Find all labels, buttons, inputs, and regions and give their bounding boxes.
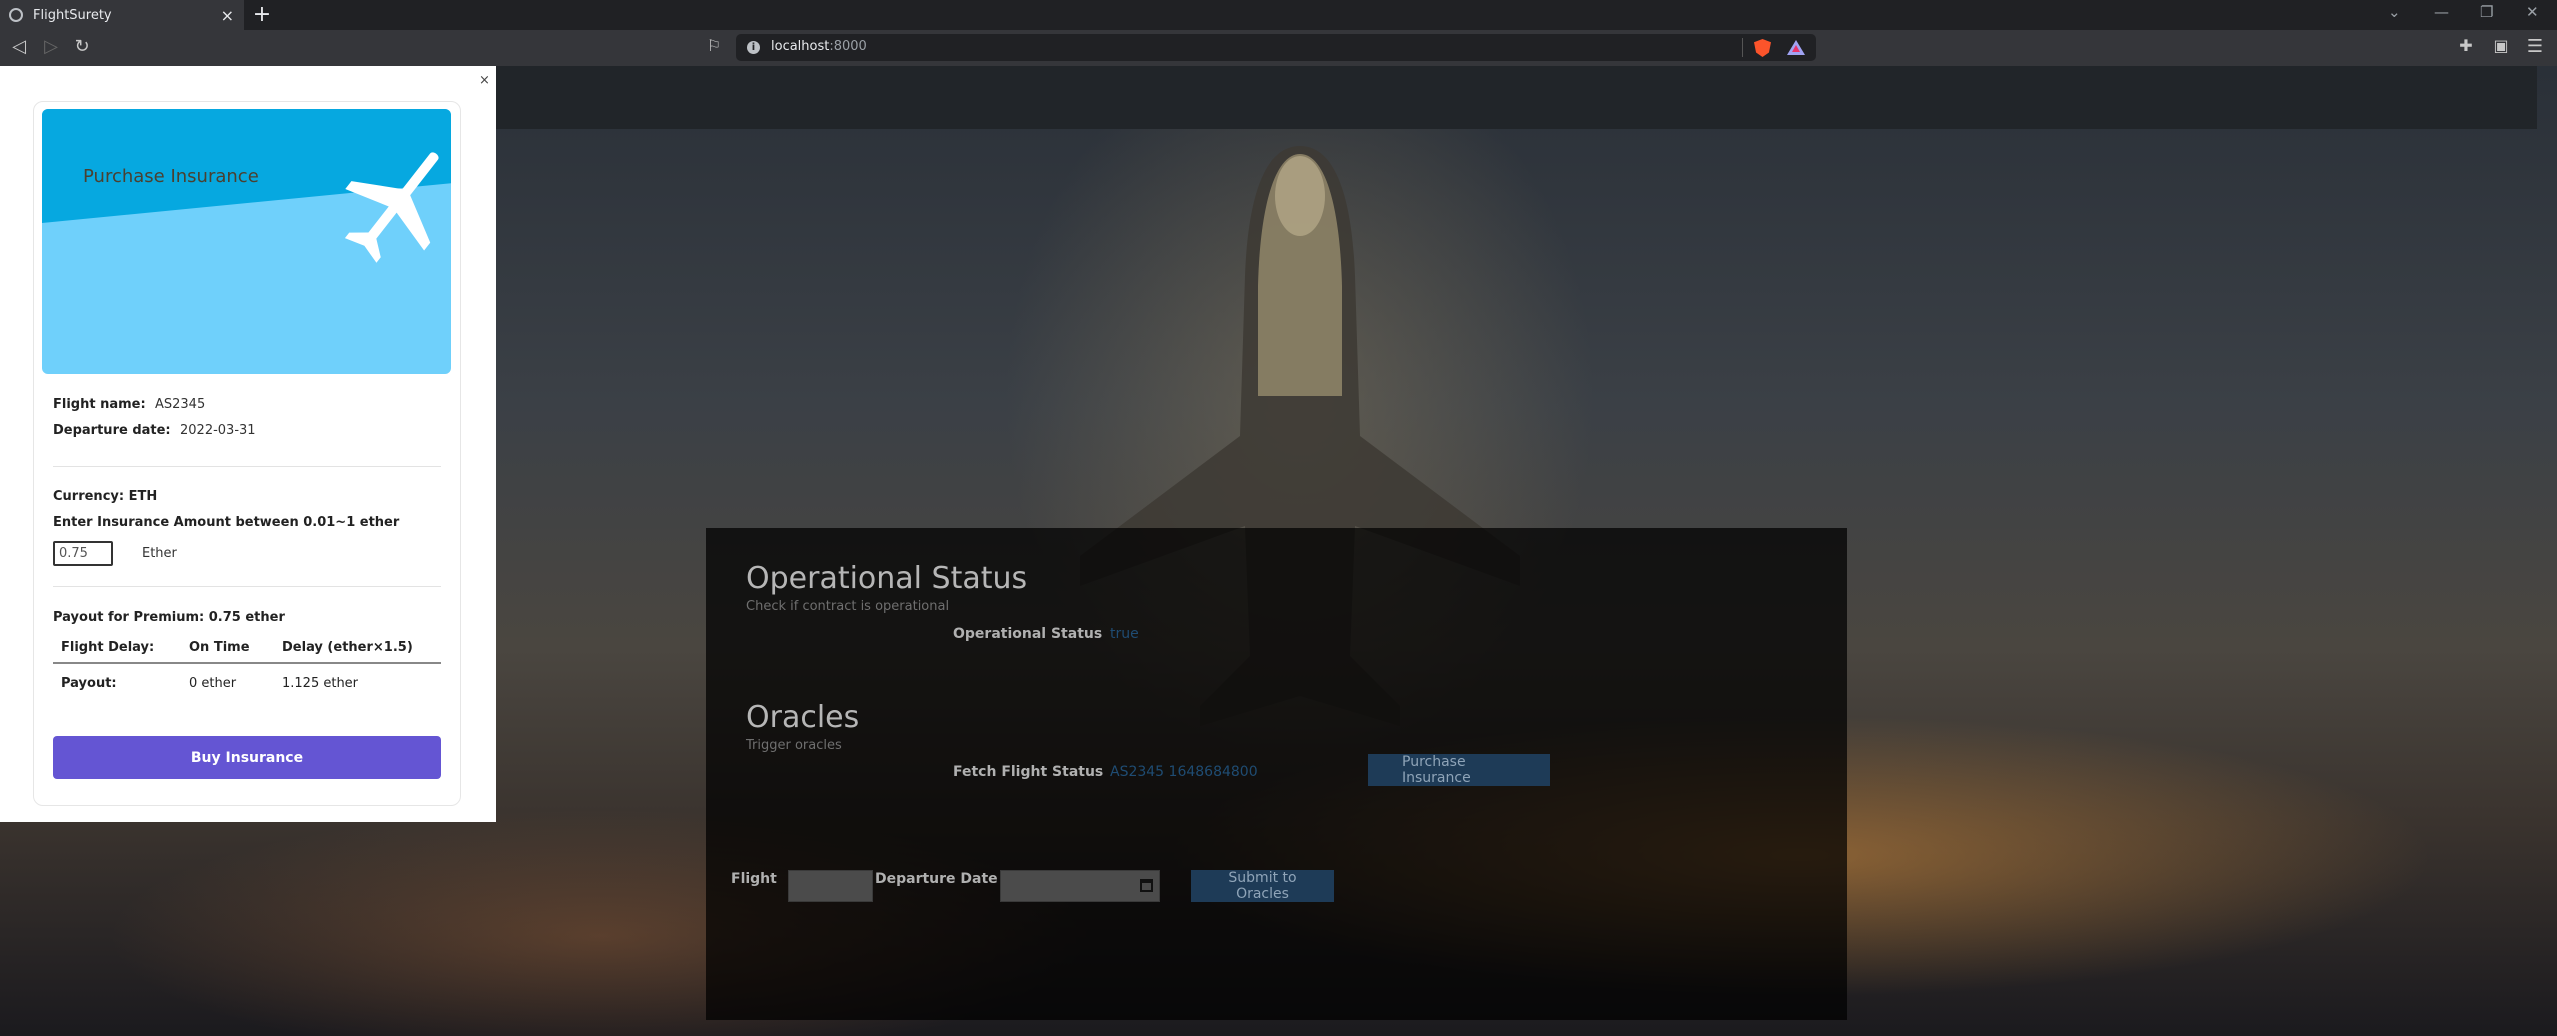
divider bbox=[53, 466, 441, 467]
tab-title: FlightSurety bbox=[33, 7, 112, 23]
fetch-flight-status-value: AS2345 1648684800 bbox=[1110, 764, 1258, 780]
menu-icon[interactable]: ☰ bbox=[2524, 36, 2546, 57]
operational-status-heading: Operational Status bbox=[746, 561, 1028, 596]
address-divider bbox=[1742, 38, 1743, 57]
departure-date-value: 2022-03-31 bbox=[180, 423, 256, 438]
tab-search-icon[interactable]: ⌄ bbox=[2388, 3, 2401, 21]
dapp-panel: Operational Status Check if contract is … bbox=[706, 528, 1847, 1020]
browser-tab-bar: FlightSurety × + ⌄ — ❐ ✕ bbox=[0, 0, 2557, 30]
flight-name-value: AS2345 bbox=[155, 397, 206, 412]
airplane-icon bbox=[344, 152, 439, 263]
globe-icon bbox=[9, 8, 23, 22]
operational-status-label: Operational Status bbox=[953, 626, 1103, 642]
reload-icon[interactable]: ↻ bbox=[71, 36, 93, 57]
operational-status-subtitle: Check if contract is operational bbox=[746, 599, 950, 614]
operational-status-value: true bbox=[1110, 626, 1139, 642]
insurance-hero-banner: Purchase Insurance bbox=[42, 109, 451, 374]
submit-to-oracles-button[interactable]: Submit to Oracles bbox=[1191, 870, 1334, 902]
hero-title: Purchase Insurance bbox=[83, 166, 259, 187]
departure-date-input[interactable] bbox=[1000, 870, 1160, 902]
on-time-payout: 0 ether bbox=[189, 676, 237, 691]
bookmark-icon[interactable]: ⚐ bbox=[703, 36, 725, 55]
brave-shields-icon[interactable] bbox=[1754, 39, 1771, 57]
purchase-insurance-button[interactable]: Purchase Insurance bbox=[1368, 754, 1550, 786]
url-text[interactable]: localhost:8000 bbox=[771, 39, 867, 54]
address-bar[interactable]: i localhost:8000 bbox=[736, 34, 1816, 61]
browser-toolbar: ◁ ▷ ↻ ⚐ i localhost:8000 ✚ ▣ ☰ bbox=[0, 30, 2557, 66]
flight-name-label: Flight name: bbox=[53, 397, 146, 412]
currency-text: Currency: ETH bbox=[53, 489, 158, 504]
amount-prompt: Enter Insurance Amount between 0.01~1 et… bbox=[53, 515, 400, 530]
table-row: Payout: 0 ether 1.125 ether bbox=[53, 668, 441, 700]
oracles-heading: Oracles bbox=[746, 700, 860, 735]
departure-date-label: Departure date: bbox=[53, 423, 171, 438]
insurance-amount-input[interactable] bbox=[53, 541, 113, 566]
payout-summary: Payout for Premium: 0.75 ether bbox=[53, 610, 285, 625]
brave-rewards-icon[interactable] bbox=[1787, 40, 1805, 55]
fetch-flight-status-label: Fetch Flight Status bbox=[953, 764, 1104, 780]
forward-icon[interactable]: ▷ bbox=[40, 36, 62, 57]
restore-icon[interactable]: ❐ bbox=[2480, 3, 2493, 21]
calendar-icon[interactable] bbox=[1140, 879, 1153, 892]
oracles-subtitle: Trigger oracles bbox=[746, 738, 842, 753]
modal-close-icon[interactable]: × bbox=[479, 73, 490, 88]
tab-close-icon[interactable]: × bbox=[221, 6, 234, 25]
buy-insurance-button[interactable]: Buy Insurance bbox=[53, 736, 441, 779]
site-info-icon[interactable]: i bbox=[747, 41, 760, 54]
browser-tab[interactable]: FlightSurety × bbox=[0, 0, 244, 30]
header-flight-delay: Flight Delay: bbox=[61, 640, 155, 655]
delay-payout: 1.125 ether bbox=[282, 676, 359, 691]
extensions-icon[interactable]: ✚ bbox=[2455, 36, 2477, 55]
minimize-icon[interactable]: — bbox=[2434, 3, 2449, 21]
payout-table-header: Flight Delay: On Time Delay (ether×1.5) bbox=[53, 632, 441, 664]
flight-input[interactable] bbox=[788, 870, 873, 902]
header-delay: Delay (ether×1.5) bbox=[282, 640, 413, 655]
wallet-icon[interactable]: ▣ bbox=[2490, 36, 2512, 55]
page-viewport: Operational Status Check if contract is … bbox=[0, 66, 2557, 1036]
purchase-insurance-modal: × Purchase Insurance Flight name: AS2345… bbox=[0, 66, 496, 822]
window-close-icon[interactable]: ✕ bbox=[2526, 3, 2539, 21]
departure-date-label: Departure Date bbox=[875, 871, 998, 887]
amount-unit: Ether bbox=[142, 546, 177, 561]
new-tab-button[interactable]: + bbox=[250, 2, 274, 27]
header-on-time: On Time bbox=[189, 640, 250, 655]
divider bbox=[53, 586, 441, 587]
back-icon[interactable]: ◁ bbox=[8, 36, 30, 57]
payout-label: Payout: bbox=[61, 676, 117, 691]
flight-label: Flight bbox=[731, 871, 777, 887]
